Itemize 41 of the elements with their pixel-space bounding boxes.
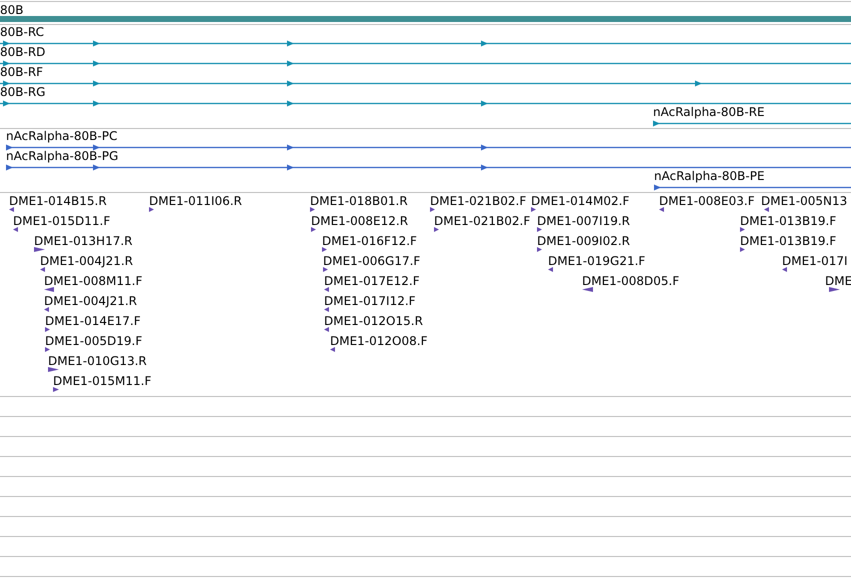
- est-label: DME1-019G21.F: [548, 254, 646, 268]
- est-label: DME1-014M02.F: [531, 194, 630, 208]
- est-label: DME1-012O15.R: [324, 314, 423, 328]
- est-label: DME1-004J21.R: [44, 294, 138, 308]
- est-label: DME1-008D05.F: [582, 274, 680, 288]
- est-label: DME1-016F12.F: [322, 234, 417, 248]
- transcript-label: 80B-RD: [0, 45, 46, 59]
- est-label: DME1-006G17.F: [323, 254, 420, 268]
- est-label: DME1-013B19.F: [740, 234, 836, 248]
- est-label: DME1-007I19.R: [537, 214, 630, 228]
- est-label: DME1-008M11.F: [44, 274, 142, 288]
- est-label: DME1-005N13: [761, 194, 848, 208]
- est-label: DME1-021B02.F: [430, 194, 526, 208]
- est-label: DME1-004J21.R: [40, 254, 134, 268]
- est-label: DME1-017I: [782, 254, 848, 268]
- est-label: DME1-021B02.F: [434, 214, 530, 228]
- transcript-label: nAcRalpha-80B-RE: [653, 105, 765, 119]
- protein-label: nAcRalpha-80B-PE: [654, 169, 765, 183]
- protein-label: nAcRalpha-80B-PC: [6, 129, 118, 143]
- gene-label: 80B: [0, 3, 24, 17]
- est-label: DME1-017E12.F: [324, 274, 420, 288]
- est-label: DME1-011I06.R: [149, 194, 242, 208]
- transcript-label: 80B-RF: [0, 65, 44, 79]
- est-label: DME1-014B15.R: [9, 194, 107, 208]
- est-label: DME1-015M11.F: [53, 374, 152, 388]
- est-label: DME: [825, 274, 851, 288]
- est-label: DME1-014E17.F: [45, 314, 141, 328]
- protein-label: nAcRalpha-80B-PG: [6, 149, 118, 163]
- est-label: DME1-018B01.R: [310, 194, 408, 208]
- est-label: DME1-010G13.R: [48, 354, 147, 368]
- est-label: DME1-012O08.F: [330, 334, 428, 348]
- est-label: DME1-017I12.F: [324, 294, 416, 308]
- transcript-label: 80B-RG: [0, 85, 46, 99]
- est-label: DME1-008E12.R: [311, 214, 408, 228]
- est-label: DME1-005D19.F: [45, 334, 142, 348]
- transcript-label: 80B-RC: [0, 25, 44, 39]
- est-label: DME1-015D11.F: [13, 214, 110, 228]
- est-label: DME1-009I02.R: [537, 234, 630, 248]
- est-label: DME1-013B19.F: [740, 214, 836, 228]
- est-label: DME1-008E03.F: [659, 194, 755, 208]
- est-label: DME1-013H17.R: [34, 234, 132, 248]
